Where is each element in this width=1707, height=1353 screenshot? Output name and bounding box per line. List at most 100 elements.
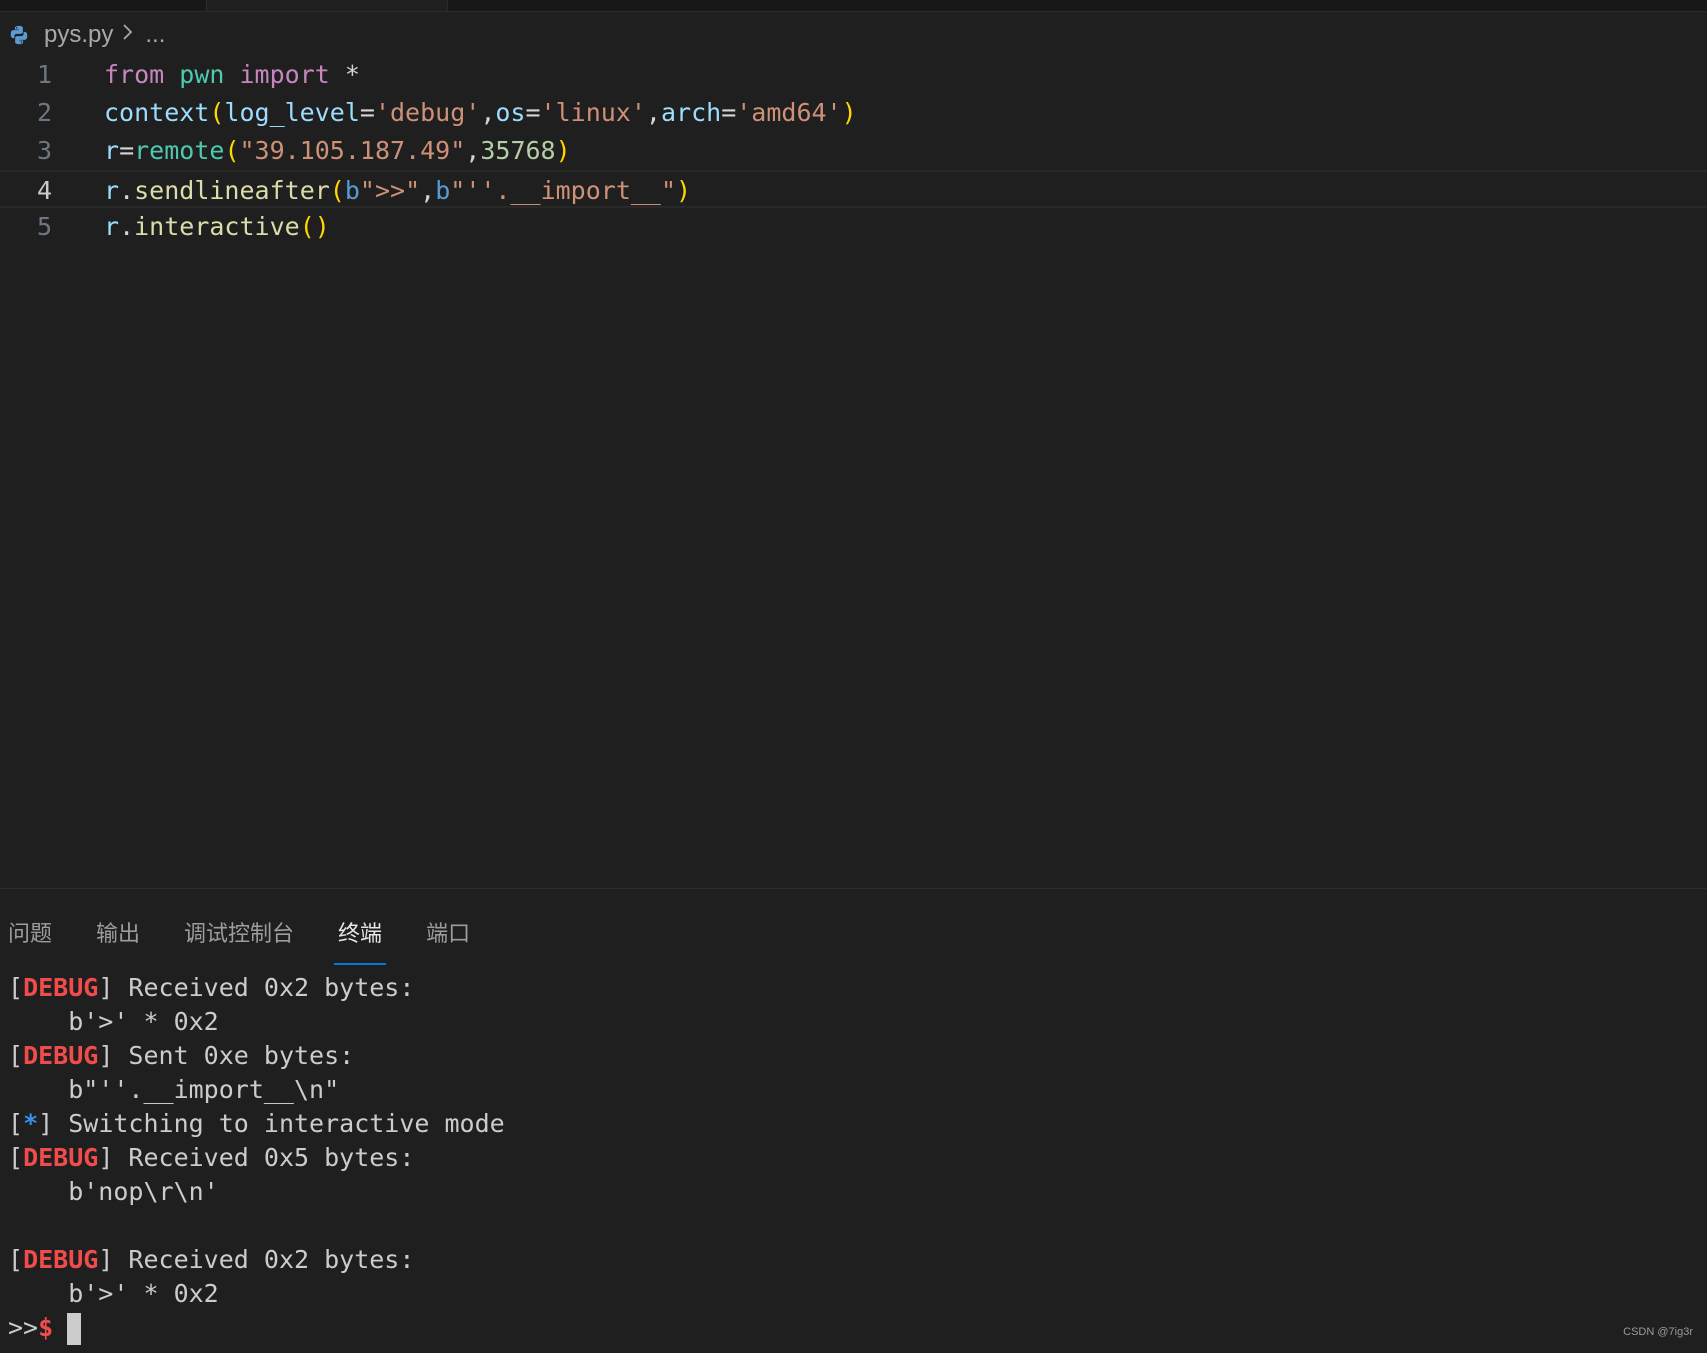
code-editor[interactable]: 1 from pwn import * 2 context(log_level='de… [0, 56, 1707, 886]
terminal-line: b"''.__import__\n" [8, 1073, 505, 1107]
code-token: from [104, 60, 165, 89]
code-token: 'amd64' [736, 98, 842, 127]
terminal-text: DEBUG [23, 1041, 99, 1070]
code-token: b [344, 176, 360, 205]
code-token: ( [209, 98, 225, 127]
code-token: r [104, 212, 120, 241]
code-token: ) [841, 98, 857, 127]
panel-tab[interactable]: 调试控制台 [184, 909, 294, 959]
code-token: = [721, 98, 737, 127]
editor-tab-strip [0, 0, 1707, 12]
code-token: "''.__import__" [450, 176, 677, 205]
terminal-line: [DEBUG] Received 0x5 bytes: [8, 1141, 505, 1175]
terminal-text: b"''.__import__\n" [8, 1075, 340, 1104]
terminal-text: [ [8, 1143, 24, 1172]
terminal-line: [DEBUG] Received 0x2 bytes: [8, 1243, 505, 1277]
code-token: , [465, 136, 481, 165]
terminal-text: b'>' * 0x2 [8, 1279, 219, 1308]
terminal-text: $ [38, 1313, 54, 1342]
code-token: r [104, 176, 120, 205]
terminal-line: b'>' * 0x2 [8, 1005, 505, 1039]
python-icon [10, 25, 28, 45]
line-number: 3 [36, 136, 52, 165]
terminal-text: b'nop\r\n' [8, 1177, 219, 1206]
terminal-text: ] Sent 0xe bytes: [98, 1041, 355, 1070]
code-token: 'linux' [540, 98, 646, 127]
terminal-text: >> [8, 1313, 39, 1342]
breadcrumb: pys.py ... [8, 20, 165, 50]
code-token: . [119, 176, 135, 205]
code-line[interactable]: 1 from pwn import * [0, 56, 1707, 94]
code-token: = [525, 98, 541, 127]
panel-tabs: 问题 输出 调试控制台 终端 端口 [0, 909, 506, 965]
terminal-text: * [23, 1109, 39, 1138]
terminal-text: ] Received 0x2 bytes: [98, 973, 415, 1002]
code-token: , [420, 176, 436, 205]
terminal-text: DEBUG [23, 1143, 99, 1172]
panel-tab[interactable]: 问题 [8, 909, 52, 959]
terminal-text: DEBUG [23, 973, 99, 1002]
code-token: , [480, 98, 496, 127]
breadcrumb-more[interactable]: ... [145, 21, 165, 49]
code-token: , [645, 98, 661, 127]
code-token: log_level [224, 98, 360, 127]
code-token: ">>" [359, 176, 421, 205]
code-text: from pwn import * [104, 56, 360, 94]
terminal-text: [ [8, 973, 24, 1002]
terminal-text: b'>' * 0x2 [8, 1007, 219, 1036]
line-number: 1 [36, 60, 52, 89]
terminal-line: [*] Switching to interactive mode [8, 1107, 505, 1141]
code-token: context [104, 98, 210, 127]
code-token: import [239, 60, 330, 89]
terminal-text: [ [8, 1109, 24, 1138]
code-token: ( [329, 176, 345, 205]
editor-tab-active[interactable] [206, 0, 448, 11]
code-token: interactive [134, 212, 300, 241]
code-token: os [495, 98, 526, 127]
terminal-text: DEBUG [23, 1245, 99, 1274]
panel-tab[interactable]: 终端 [334, 909, 387, 965]
terminal-cursor [67, 1313, 82, 1345]
code-token: pwn [179, 60, 225, 89]
terminal-line: >>$ [8, 1311, 505, 1345]
code-token: ) [676, 176, 692, 205]
watermark: CSDN @7ig3r [1623, 1326, 1693, 1338]
code-token: remote [134, 136, 225, 165]
code-token: = [359, 98, 375, 127]
line-number: 5 [36, 212, 52, 241]
terminal-line: b'>' * 0x2 [8, 1277, 505, 1311]
terminal-output[interactable]: [DEBUG] Received 0x2 bytes: b'>' * 0x2 [D… [8, 971, 505, 1345]
code-line[interactable]: 4 r.sendlineafter(b">>",b"''.__import__") [0, 170, 1707, 208]
panel-tab[interactable]: 输出 [96, 909, 140, 959]
code-line[interactable]: 5 r.interactive() [0, 208, 1707, 246]
code-token: = [119, 136, 135, 165]
code-text: r=remote("39.105.187.49",35768) [104, 132, 571, 170]
code-token: arch [660, 98, 722, 127]
code-token: 'debug' [374, 98, 481, 127]
breadcrumb-file[interactable]: pys.py [44, 21, 113, 49]
code-token: sendlineafter [134, 176, 330, 205]
code-line[interactable]: 3 r=remote("39.105.187.49",35768) [0, 132, 1707, 170]
terminal-line: [DEBUG] Received 0x2 bytes: [8, 971, 505, 1005]
code-token: * [329, 60, 360, 89]
code-line[interactable]: 2 context(log_level='debug',os='linux',ar… [0, 94, 1707, 132]
bottom-panel: 问题 输出 调试控制台 终端 端口 [DEBUG] Received 0x2 bytes… [0, 888, 1707, 1353]
code-text: r.sendlineafter(b">>",b"''.__import__") [104, 172, 691, 210]
code-token: ( [224, 136, 240, 165]
terminal-line: [DEBUG] Sent 0xe bytes: [8, 1039, 505, 1073]
terminal-text: ] Received 0x2 bytes: [98, 1245, 415, 1274]
terminal-text: ] Switching to interactive mode [38, 1109, 505, 1138]
terminal-text: [ [8, 1245, 24, 1274]
code-token: "39.105.187.49" [239, 136, 466, 165]
code-token: () [299, 212, 330, 241]
terminal-text: [ [8, 1041, 24, 1070]
code-token: . [119, 212, 135, 241]
code-token: b [435, 176, 451, 205]
terminal-line: b'nop\r\n' [8, 1175, 505, 1209]
code-token: r [104, 136, 120, 165]
panel-tab[interactable]: 端口 [426, 909, 470, 959]
code-token: 35768 [480, 136, 556, 165]
code-text: context(log_level='debug',os='linux',arc… [104, 94, 857, 132]
chevron-right-icon [121, 21, 135, 49]
